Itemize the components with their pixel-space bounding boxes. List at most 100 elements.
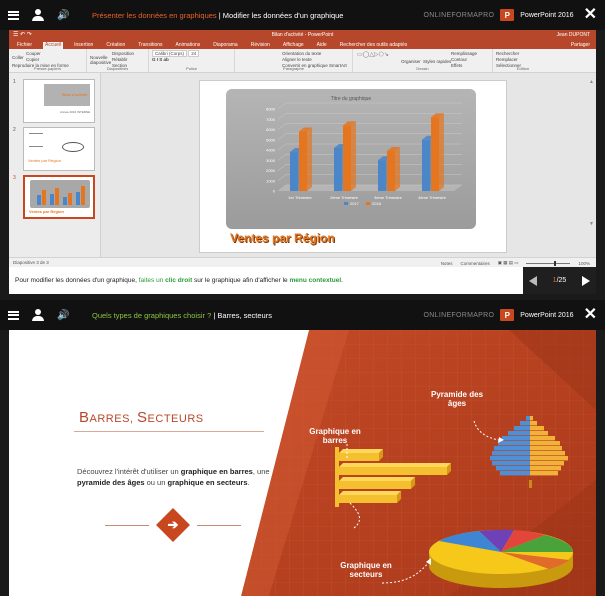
caption-emphasis: menu contextuel — [289, 277, 342, 284]
thumbnail-title: Ventes par Région — [29, 209, 64, 214]
notes-button[interactable]: Notes — [441, 261, 453, 266]
slide-thumbnails: 1 Bilan d'activité Année 2016 INTERNE 2 … — [9, 73, 101, 257]
instruction-caption: Pour modifier les données d'un graphique… — [9, 267, 523, 294]
module-link[interactable]: Quels types de graphiques choisir ? — [92, 311, 211, 320]
previous-arrow-icon[interactable] — [529, 275, 537, 286]
pyramid-bar-right — [530, 431, 548, 436]
current-slide[interactable]: Titre du graphique 0 1000 2000 3000 4000 5000… — [199, 80, 507, 253]
arrange-button[interactable]: Organiser — [401, 59, 421, 65]
thumbnail-1[interactable]: 1 Bilan d'activité Année 2016 INTERNE — [13, 79, 99, 125]
arrow-right-icon[interactable]: ➔ — [161, 513, 185, 537]
speaker-icon[interactable]: 🔊 — [57, 310, 69, 321]
y-tick-label: 7000 — [266, 117, 276, 122]
thumbnail-number: 3 — [13, 175, 16, 181]
page-title: Modifier les données d'un graphique — [222, 10, 344, 20]
vertical-scrollbar[interactable]: ▲ ▼ — [589, 79, 594, 251]
tab-animations[interactable]: Animations — [174, 42, 203, 49]
new-slide-button[interactable]: Nouvelle diapositive — [90, 55, 112, 65]
tab-transitions[interactable]: Transitions — [136, 42, 164, 49]
bar-2018-4 — [431, 117, 439, 191]
close-icon[interactable]: ✕ — [584, 307, 597, 323]
tab-fichier[interactable]: Fichier — [15, 42, 34, 49]
bar-2017-4 — [422, 139, 430, 191]
menu-icon[interactable] — [8, 310, 19, 320]
tab-aide[interactable]: Aide — [315, 42, 329, 49]
x-tick-label: 1er Trimestre — [288, 195, 312, 200]
lesson-title: Quels types de graphiques choisir ? | Ba… — [92, 300, 272, 330]
thumbnail-date: Année 2016 INTERNE — [60, 110, 91, 114]
bar-2018-2 — [343, 125, 351, 191]
y-tick-label: 4000 — [266, 148, 276, 153]
scroll-down-icon[interactable]: ▼ — [589, 221, 594, 227]
y-tick-label: 2000 — [266, 168, 276, 173]
chart[interactable]: Titre du graphique 0 1000 2000 3000 4000 5000… — [226, 89, 476, 229]
tab-insertion[interactable]: Insertion — [72, 42, 95, 49]
shapes-gallery[interactable]: ▭◯△▷⬠↘ — [357, 52, 389, 58]
close-icon[interactable]: ✕ — [584, 7, 597, 23]
font-format-buttons[interactable]: G I S ab — [152, 57, 231, 63]
desc-text: ou un — [144, 478, 168, 487]
scroll-up-icon[interactable]: ▲ — [589, 79, 594, 85]
label-bar-chart: Graphique en barres — [309, 427, 361, 445]
font-size-select[interactable]: 24 — [188, 50, 200, 57]
bar-side — [351, 121, 356, 191]
tab-diaporama[interactable]: Diaporama — [211, 42, 239, 49]
chart-gridline — [277, 102, 287, 110]
paste-button[interactable]: Coller — [12, 55, 26, 61]
thumbnail-slide[interactable]: Bilan d'activité Année 2016 INTERNE — [23, 79, 95, 123]
next-arrow-icon[interactable] — [581, 275, 590, 286]
lesson-title: Présenter les données en graphiques | Mo… — [92, 0, 343, 30]
bar-2018-1 — [299, 131, 307, 191]
quick-styles-button[interactable]: Styles rapides — [423, 59, 451, 65]
page-counter: 1/25 — [553, 277, 567, 284]
caption-text: Pour modifier les données d'un graphique… — [15, 277, 139, 284]
pyramid-bar-right — [530, 456, 568, 461]
user-name[interactable]: Jean DUPONT — [557, 32, 590, 38]
tab-revision[interactable]: Révision — [249, 42, 272, 49]
thumbnail-slide[interactable]: Ventes par Région — [23, 127, 95, 171]
pyramid-bar-left — [496, 466, 530, 471]
font-name-select[interactable]: Calibri (Corps) — [152, 50, 188, 57]
y-tick-label: 8000 — [266, 107, 276, 112]
group-slides: Nouvelle diapositive Disposition Rétabli… — [87, 49, 149, 72]
speaker-icon[interactable]: 🔊 — [57, 10, 69, 21]
tab-affichage[interactable]: Affichage — [281, 42, 306, 49]
user-icon[interactable] — [31, 308, 45, 322]
comments-button[interactable]: Commentaires — [460, 261, 489, 266]
x-tick-label: 2ème Trimestre — [330, 195, 359, 200]
document-title: Bilan d'activité - PowerPoint — [271, 32, 334, 38]
y-tick-label: 6000 — [266, 127, 276, 132]
desc-text: . — [247, 478, 250, 487]
module-link[interactable]: Présenter les données en graphiques — [92, 11, 217, 20]
pyramid-bar-left — [490, 456, 530, 461]
pp-body: 1 Bilan d'activité Année 2016 INTERNE 2 … — [9, 73, 596, 257]
brand-label: ONLINEFORMAPRO — [423, 11, 495, 19]
thumbnail-slide-selected[interactable]: Ventes par Région — [23, 175, 95, 219]
pyramid-bar-left — [498, 441, 530, 446]
share-button[interactable]: Partager — [571, 42, 590, 48]
top-bar: 🔊 Présenter les données en graphiques | … — [0, 0, 605, 30]
title-part: ECTEURS — [147, 413, 204, 425]
title-part: S — [137, 409, 148, 426]
group-paragraph: Orientation du texte Aligner le texte Co… — [235, 49, 353, 72]
bar-2017-3 — [378, 160, 386, 191]
pyramid-bar-left — [494, 446, 530, 451]
tab-creation[interactable]: Création — [104, 42, 127, 49]
group-editing: Rechercher Remplacer Sélectionner Éditio… — [493, 49, 553, 72]
zoom-slider[interactable] — [526, 260, 571, 266]
menu-icon[interactable] — [8, 10, 19, 20]
thumbnail-2[interactable]: 2 Ventes par Région — [13, 127, 99, 173]
thumbnail-3[interactable]: 3 Ventes par Région — [13, 175, 99, 221]
chart-gridline — [277, 164, 287, 171]
zoom-level[interactable]: 100% — [578, 261, 590, 266]
bar-side — [307, 127, 312, 191]
slide-title-wordart[interactable]: Ventes par Région — [230, 231, 335, 245]
user-icon[interactable] — [31, 8, 45, 22]
group-label: Diapositives — [106, 66, 129, 71]
legend-swatch — [366, 202, 370, 205]
view-buttons[interactable]: ▣ ▦ ▤ ▭ — [498, 260, 519, 266]
tell-me-search[interactable]: Rechercher des outils adaptés — [338, 42, 410, 49]
thumbnail-title: Ventes par Région — [28, 158, 61, 163]
legend-swatch — [344, 202, 348, 205]
tab-accueil[interactable]: Accueil — [43, 42, 64, 49]
